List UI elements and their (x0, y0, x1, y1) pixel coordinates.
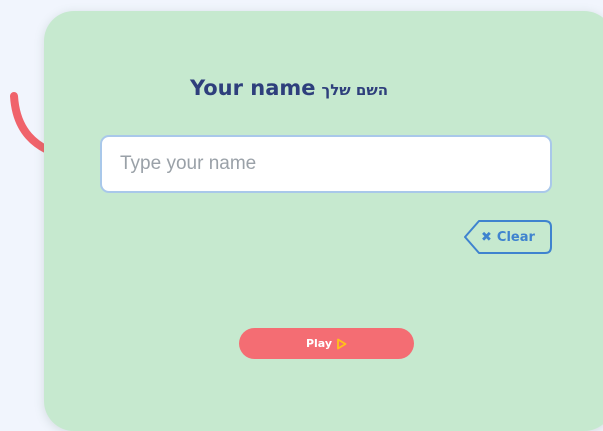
title-english: Your name (189, 76, 316, 100)
clear-label: Clear (496, 229, 535, 245)
play-button[interactable]: Play (239, 328, 414, 359)
page-title: Your name השם שלך (44, 73, 534, 105)
clear-content: ✖ Clear (481, 219, 535, 255)
title-hebrew: השם שלך (321, 81, 389, 99)
name-input[interactable] (100, 135, 552, 193)
x-icon: ✖ (481, 229, 492, 245)
name-card: Your name השם שלך ✖ Clear Play (44, 11, 603, 431)
play-label: Play (305, 337, 333, 350)
clear-button[interactable]: ✖ Clear (463, 219, 553, 255)
play-triangle-icon (336, 338, 347, 350)
